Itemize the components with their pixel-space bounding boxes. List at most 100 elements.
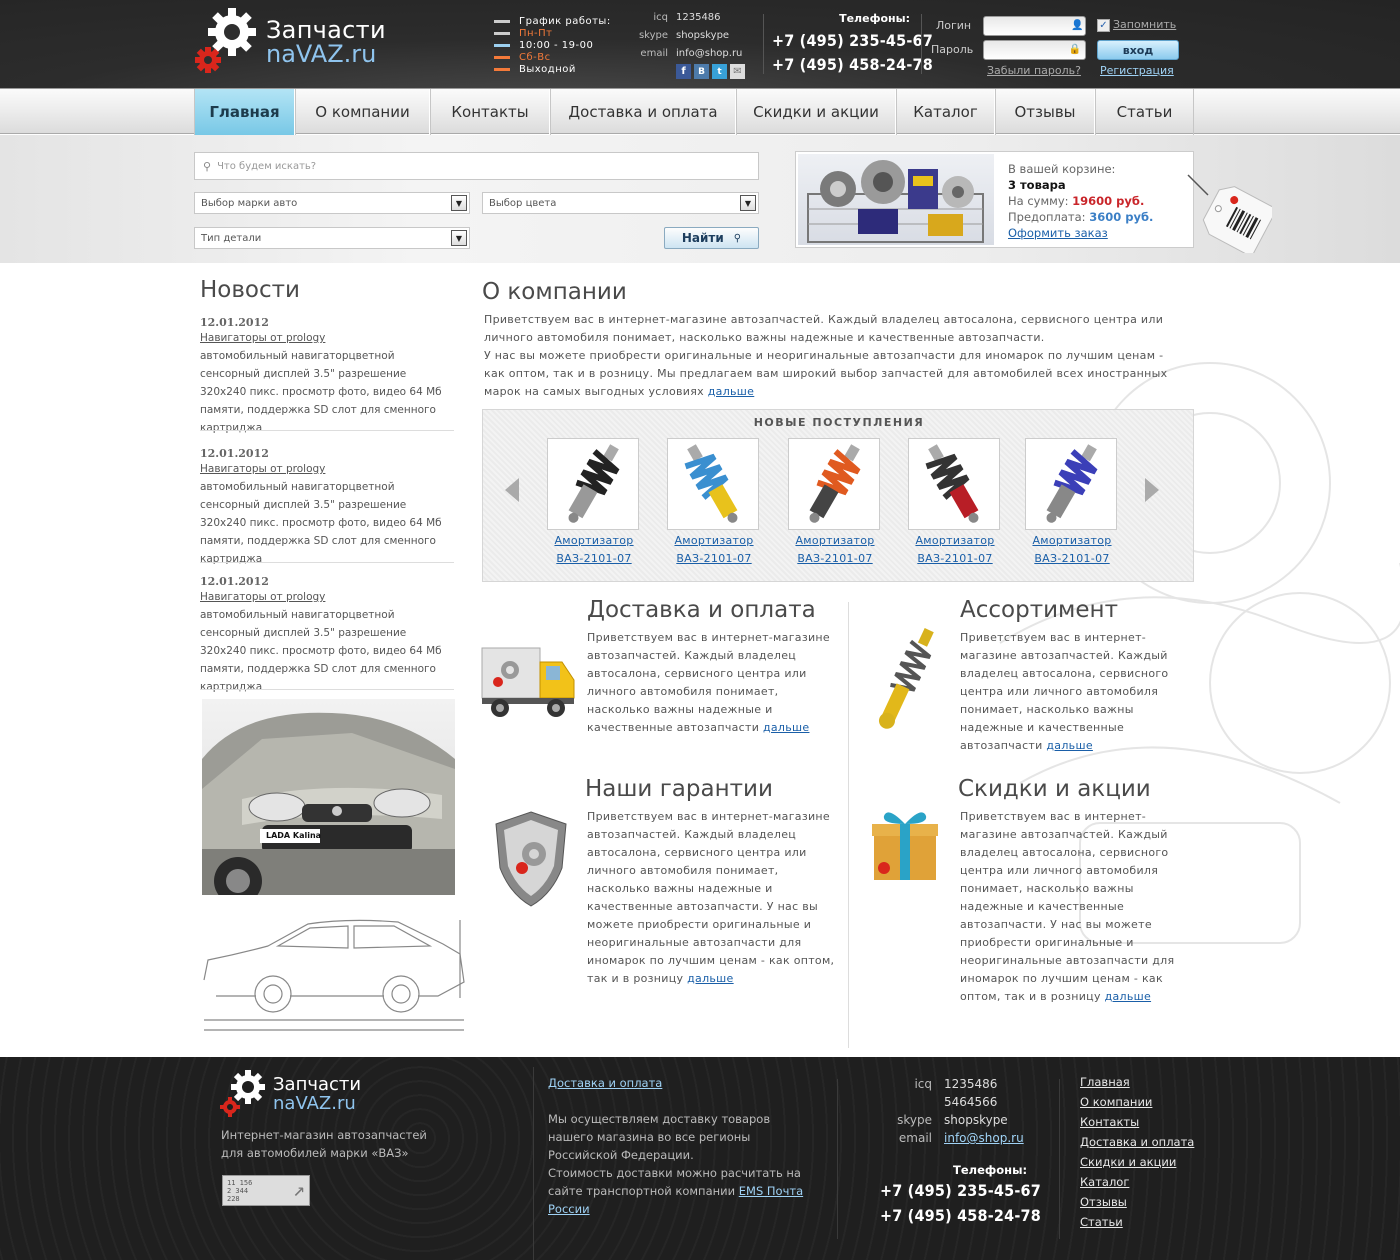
- discounts-block-text: Приветствуем вас в интернет-магазине авт…: [960, 810, 1175, 1003]
- remember-checkbox[interactable]: ✓: [1097, 19, 1110, 32]
- delivery-more-link[interactable]: дальше: [763, 721, 810, 734]
- mail-icon[interactable]: ✉: [730, 64, 745, 79]
- product-link-name[interactable]: Амортизатор: [547, 532, 641, 550]
- carousel-prev-arrow-icon[interactable]: [505, 478, 519, 502]
- product-link-model[interactable]: ВАЗ-2101-07: [667, 550, 761, 568]
- footer-link-contacts[interactable]: Контакты: [1080, 1112, 1194, 1132]
- search-placeholder: Что будем искать?: [217, 160, 317, 172]
- about-text: Приветствуем вас в интернет-магазине авт…: [484, 311, 1184, 401]
- footer-link-discounts[interactable]: Скидки и акции: [1080, 1152, 1194, 1172]
- about-more-link[interactable]: дальше: [708, 385, 755, 398]
- product-link-name[interactable]: Амортизатор: [908, 532, 1002, 550]
- news-title: Новости: [200, 277, 300, 303]
- assortment-more-link[interactable]: дальше: [1046, 739, 1093, 752]
- footer-link-reviews[interactable]: Отзывы: [1080, 1192, 1194, 1212]
- search-icon: ⚲: [733, 232, 742, 244]
- discounts-block: Скидки и акции Приветствуем вас в интерн…: [958, 776, 1200, 1006]
- car-blueprint-image: [198, 910, 470, 1040]
- brand-select[interactable]: Выбор марки авто ▼: [194, 192, 470, 214]
- register-link[interactable]: Регистрация: [1100, 64, 1174, 77]
- login-input[interactable]: 👤: [983, 16, 1086, 36]
- product-image[interactable]: [908, 438, 1000, 530]
- vkontakte-icon[interactable]: B: [694, 64, 709, 79]
- skype-value: shopskype: [676, 29, 730, 41]
- nav-item-discounts[interactable]: Скидки и акции: [736, 89, 896, 135]
- part-type-select[interactable]: Тип детали ▼: [194, 227, 470, 249]
- product-card[interactable]: Амортизатор ВАЗ-2101-07: [667, 438, 761, 568]
- phone-2[interactable]: +7 (495) 458-24-78: [772, 55, 933, 74]
- product-card[interactable]: Амортизатор ВАЗ-2101-07: [788, 438, 882, 568]
- discounts-more-link[interactable]: дальше: [1105, 990, 1152, 1003]
- footer-logo-title[interactable]: Запчасти: [273, 1075, 361, 1095]
- schedule-bar: [494, 67, 510, 71]
- product-card[interactable]: Амортизатор ВАЗ-2101-07: [908, 438, 1002, 568]
- product-link-model[interactable]: ВАЗ-2101-07: [1025, 550, 1119, 568]
- product-card[interactable]: Амортизатор ВАЗ-2101-07: [1025, 438, 1119, 568]
- news-link[interactable]: Навигаторы от prology: [200, 329, 454, 347]
- password-label: Пароль: [931, 43, 974, 56]
- guarantee-more-link[interactable]: дальше: [687, 972, 734, 985]
- product-link-name[interactable]: Амортизатор: [667, 532, 761, 550]
- divider: [763, 14, 764, 74]
- cart-label: В вашей корзине:: [1008, 162, 1116, 176]
- product-link-name[interactable]: Амортизатор: [788, 532, 882, 550]
- product-image[interactable]: [788, 438, 880, 530]
- login-button[interactable]: вход: [1097, 40, 1179, 60]
- nav-item-about[interactable]: О компании: [295, 89, 430, 135]
- header: Запчасти naVAZ.ru График работы: Пн-Пт 1…: [0, 0, 1400, 88]
- product-image[interactable]: [1025, 438, 1117, 530]
- phones-title: Телефоны:: [839, 12, 910, 25]
- nav-item-contacts[interactable]: Контакты: [430, 89, 550, 135]
- footer-link-catalog[interactable]: Каталог: [1080, 1172, 1194, 1192]
- logo-subtitle[interactable]: naVAZ.ru: [266, 41, 376, 67]
- news-link[interactable]: Навигаторы от prology: [200, 460, 454, 478]
- product-image[interactable]: [667, 438, 759, 530]
- find-button[interactable]: Найти ⚲: [664, 227, 759, 249]
- footer-link-delivery[interactable]: Доставка и оплата: [1080, 1132, 1194, 1152]
- gift-box-icon: [870, 806, 940, 882]
- password-input[interactable]: 🔒: [983, 40, 1086, 60]
- product-link-model[interactable]: ВАЗ-2101-07: [547, 550, 641, 568]
- find-button-label: Найти: [681, 231, 724, 245]
- carousel-next-arrow-icon[interactable]: [1145, 478, 1159, 502]
- promo-car-image[interactable]: LADA Kalina: [202, 699, 455, 895]
- footer-delivery-text: Мы осуществляем доставку товаров нашего …: [548, 1110, 808, 1218]
- footer-contacts: icq 1235486 5464566 skype shopskype email i…: [870, 1075, 1030, 1147]
- main-nav: Главная О компании Контакты Доставка и о…: [0, 88, 1400, 135]
- footer-link-about[interactable]: О компании: [1080, 1092, 1194, 1112]
- part-type-value: Тип детали: [201, 232, 262, 244]
- visit-counter[interactable]: 11 156 2 344 228 ↗: [222, 1175, 310, 1206]
- product-image[interactable]: [547, 438, 639, 530]
- footer-link-home[interactable]: Главная: [1080, 1072, 1194, 1092]
- news-link[interactable]: Навигаторы от prology: [200, 588, 454, 606]
- footer-link-articles[interactable]: Статьи: [1080, 1212, 1194, 1232]
- nav-item-articles[interactable]: Статьи: [1095, 89, 1194, 135]
- nav-item-delivery[interactable]: Доставка и оплата: [550, 89, 736, 135]
- footer-phone-2[interactable]: +7 (495) 458-24-78: [880, 1206, 1041, 1225]
- news-text: автомобильный навигаторцветной сенсорный…: [200, 609, 442, 693]
- about-title: О компании: [482, 279, 627, 305]
- footer-email[interactable]: info@shop.ru: [944, 1129, 1024, 1147]
- product-link-model[interactable]: ВАЗ-2101-07: [788, 550, 882, 568]
- product-card[interactable]: Амортизатор ВАЗ-2101-07: [547, 438, 641, 568]
- forgot-password-link[interactable]: Забыли пароль?: [987, 64, 1081, 77]
- twitter-icon[interactable]: t: [712, 64, 727, 79]
- checkout-link[interactable]: Оформить заказ: [1008, 226, 1108, 240]
- phone-1[interactable]: +7 (495) 235-45-67: [772, 31, 933, 50]
- nav-item-home[interactable]: Главная: [194, 89, 295, 135]
- assortment-block: Ассортимент Приветствуем вас в интернет-…: [960, 597, 1200, 755]
- footer-logo-subtitle[interactable]: naVAZ.ru: [273, 1094, 356, 1114]
- product-link-model[interactable]: ВАЗ-2101-07: [908, 550, 1002, 568]
- nav-item-catalog[interactable]: Каталог: [896, 89, 995, 135]
- lock-icon: 🔒: [1068, 44, 1081, 55]
- search-input[interactable]: ⚲ Что будем искать?: [194, 152, 759, 180]
- remember-label[interactable]: Запомнить: [1113, 18, 1176, 31]
- color-select[interactable]: Выбор цвета ▼: [482, 192, 759, 214]
- footer-delivery-link[interactable]: Доставка и оплата: [548, 1074, 662, 1092]
- product-link-name[interactable]: Амортизатор: [1025, 532, 1119, 550]
- about-paragraph-1: Приветствуем вас в интернет-магазине авт…: [484, 313, 1164, 344]
- discounts-block-title: Скидки и акции: [958, 776, 1151, 802]
- footer-phone-1[interactable]: +7 (495) 235-45-67: [880, 1181, 1041, 1200]
- nav-item-reviews[interactable]: Отзывы: [995, 89, 1095, 135]
- facebook-icon[interactable]: f: [676, 64, 691, 79]
